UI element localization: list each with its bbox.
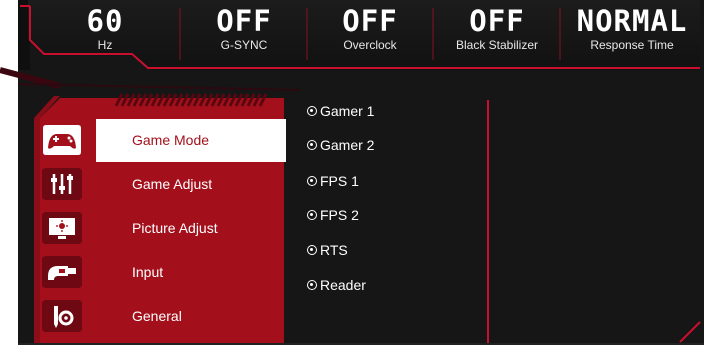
radio-icon [307,210,317,220]
option-label: Gamer 1 [320,103,375,119]
option-label: FPS 2 [320,207,359,223]
option-label: FPS 1 [320,173,359,189]
gsync-status: OFF G-SYNC [186,6,302,58]
option-rts[interactable]: RTS [307,240,348,260]
radio-icon [307,140,317,150]
option-fps-2[interactable]: FPS 2 [307,205,359,225]
black-stabilizer-value: OFF [469,4,525,38]
overclock-status: OFF Overclock [312,6,428,58]
menu-item-picture-adjust[interactable]: Picture Adjust [40,208,284,248]
response-time-value: NORMAL [576,4,688,38]
option-gamer-1[interactable]: Gamer 1 [307,101,374,121]
radio-icon [307,106,317,116]
input-plug-icon [42,256,82,288]
option-fps-1[interactable]: FPS 1 [307,171,359,191]
menu-item-general[interactable]: General [40,296,284,336]
radio-icon [307,176,317,186]
refresh-rate-label: Hz [97,38,113,52]
option-label: Reader [320,277,366,293]
menu-item-label: Input [132,264,164,280]
tools-icon [42,300,82,332]
menu-item-input[interactable]: Input [40,252,284,292]
menu-item-label: General [132,308,182,324]
monitor-osd: 60 Hz OFF G-SYNC OFF Overclock OFF Black… [0,0,704,345]
menu-item-label: Game Adjust [132,176,213,192]
gsync-label: G-SYNC [220,38,268,52]
overclock-label: Overclock [343,38,397,52]
black-stabilizer-status: OFF Black Stabilizer [438,6,556,58]
gamepad-icon [41,123,83,157]
sliders-icon [42,168,82,200]
option-label: RTS [320,242,348,258]
menu-item-game-adjust[interactable]: Game Adjust [40,164,284,204]
menu-item-label: Game Mode [132,132,210,148]
response-time-label: Response Time [590,38,674,52]
option-reader[interactable]: Reader [307,275,366,295]
refresh-rate-status: 60 Hz [72,6,138,58]
overclock-value: OFF [342,4,398,38]
gsync-value: OFF [216,4,272,38]
radio-icon [307,280,317,290]
menu-item-label: Picture Adjust [132,220,218,236]
picture-icon [42,212,82,244]
menu-item-game-mode[interactable]: Game Mode [40,120,284,160]
response-time-status: NORMAL Response Time [563,6,701,58]
radio-icon [307,245,317,255]
refresh-rate-value: 60 [86,4,124,38]
black-stabilizer-label: Black Stabilizer [455,38,539,52]
option-label: Gamer 2 [320,137,375,153]
option-gamer-2[interactable]: Gamer 2 [307,135,374,155]
